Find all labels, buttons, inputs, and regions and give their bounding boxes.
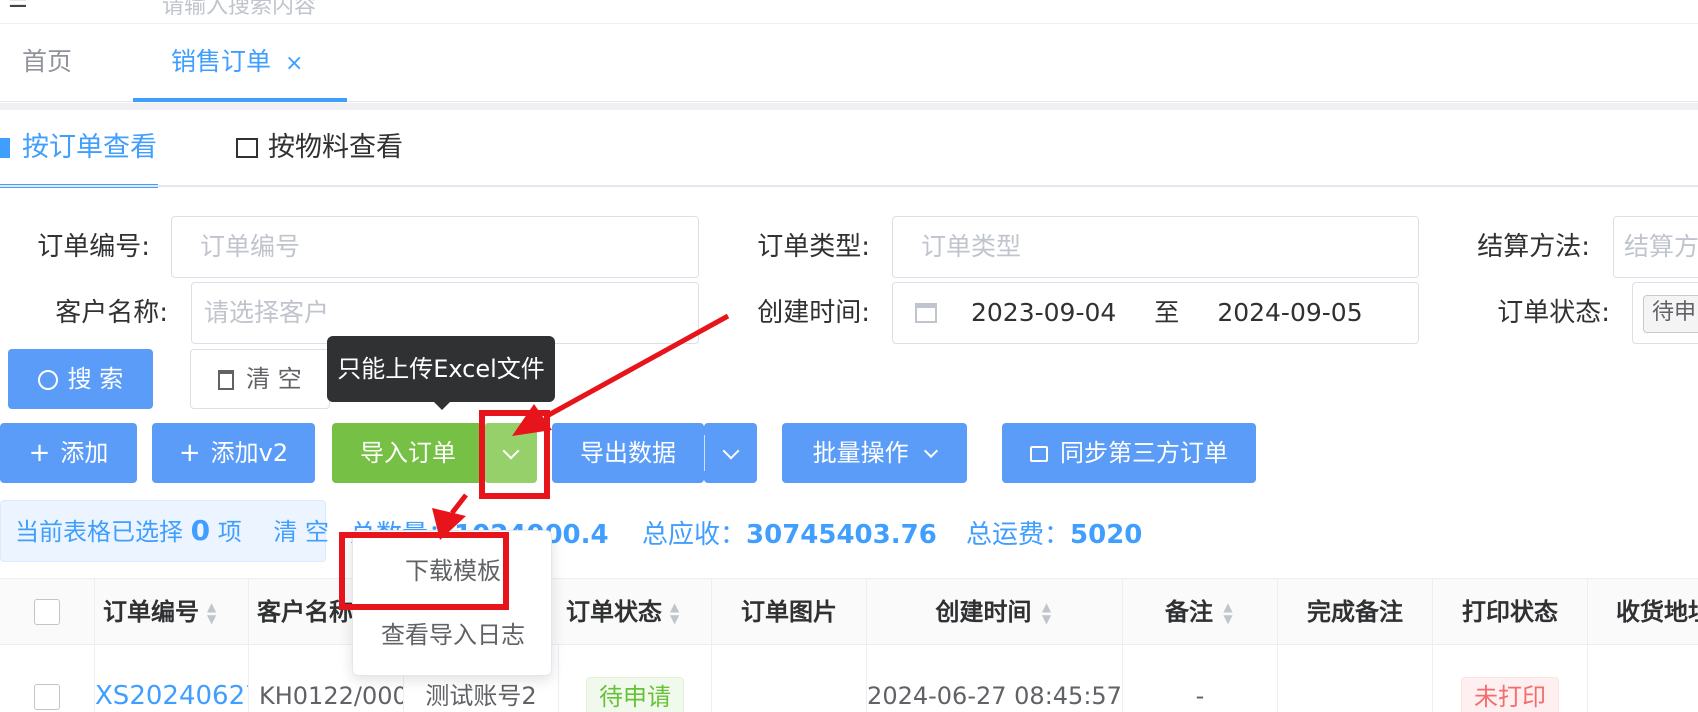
annotation-arrow-line — [450, 493, 468, 515]
annotation-arrowhead — [432, 508, 466, 540]
annotation-arrows — [432, 313, 730, 540]
annotation-arrowhead — [512, 404, 552, 436]
annotation-arrow-line — [543, 313, 730, 420]
